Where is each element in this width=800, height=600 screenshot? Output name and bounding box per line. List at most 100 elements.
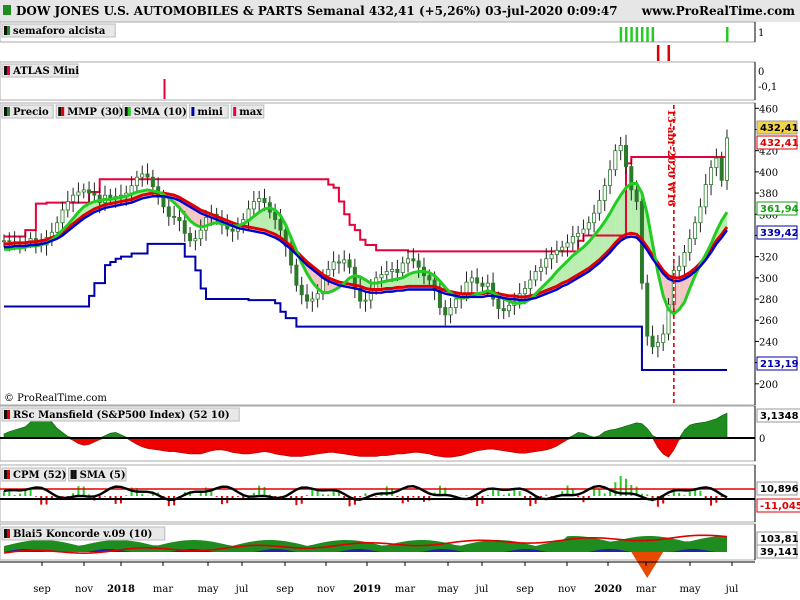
blai5-legend-label: Blai5 Koncorde v.09 (10) (13, 529, 152, 540)
cpm-bar (396, 496, 399, 498)
cpm-bar (258, 485, 261, 496)
cpm-bar (8, 491, 11, 496)
price-candle (453, 298, 458, 308)
cpm-bar (215, 496, 218, 497)
cpm-bar (513, 489, 516, 496)
semaforo-legend-label: semaforo alcista (13, 26, 106, 37)
price-candle (496, 298, 501, 309)
price-candle (677, 265, 682, 271)
cpm-bar (199, 492, 202, 496)
price-candle (608, 169, 613, 187)
cpm-bar (34, 496, 37, 497)
price-candle (65, 201, 70, 211)
price-legend-4-label: max (239, 107, 263, 118)
price-candle (602, 185, 607, 201)
price-candle (480, 282, 485, 287)
price-candle (76, 191, 81, 196)
semaforo-bar (726, 27, 729, 42)
price-candle (411, 258, 416, 262)
blai5-label-1: 39,141 (760, 547, 799, 558)
price-last-label: 432,41 (760, 138, 799, 149)
cpm-bar (577, 496, 580, 498)
price-candle (719, 157, 724, 181)
price-candle (538, 266, 543, 272)
price-candle (347, 259, 352, 268)
price-candle (714, 157, 719, 169)
price-candle (629, 166, 634, 191)
price-candle (310, 298, 315, 302)
price-candle (698, 206, 703, 224)
price-candle (71, 194, 76, 202)
price-candle (693, 222, 698, 240)
price-candle (60, 209, 65, 224)
price-candle (469, 277, 474, 283)
price-candle (597, 200, 602, 214)
semaforo-bar (646, 27, 649, 42)
price-last-label: 339,42 (760, 228, 799, 239)
cpm-label-0: 10,896 (760, 484, 799, 495)
price-legend-0-label: Precio (13, 107, 49, 118)
price-candle (150, 176, 155, 188)
price-candle (251, 201, 256, 210)
cpm-bar (125, 495, 128, 496)
blai5-legend-swatch (4, 529, 7, 538)
price-candle (129, 185, 134, 194)
x-tick-label: nov (75, 584, 93, 595)
cpm-bar (688, 492, 691, 496)
cpm-bar (327, 494, 330, 496)
cpm-bar (375, 496, 378, 497)
price-legend-1-swatch (61, 107, 65, 116)
price-candle (55, 222, 60, 233)
cpm-bar (332, 490, 335, 496)
price-candle (416, 260, 421, 268)
rsc-last-label: 3,1348 (760, 411, 799, 422)
price-candle (161, 195, 166, 208)
cpm-bar (417, 496, 420, 499)
price-legend-2-label: SMA (10) (134, 107, 187, 118)
price-candle (193, 238, 198, 242)
price-candle (687, 238, 692, 253)
price-candle (390, 268, 395, 272)
x-tick-label: mar (395, 584, 415, 595)
cpm-bar (678, 492, 681, 496)
site-label[interactable]: www.ProRealTime.com (641, 4, 796, 18)
price-candle (613, 150, 618, 171)
cpm-bar (40, 496, 43, 505)
price-tick-label: 380 (759, 189, 778, 200)
semaforo-bar (630, 27, 633, 42)
price-candle (661, 333, 666, 343)
cpm-bar (167, 496, 170, 507)
price-tick-label: 320 (759, 253, 778, 264)
cpm-bar (492, 489, 495, 496)
price-candle (406, 258, 411, 264)
atlas-legend-swatch (4, 66, 7, 75)
cpm-bar (321, 494, 324, 496)
price-candle (522, 288, 527, 295)
x-tick-label: 2019 (353, 584, 381, 595)
x-tick-label: may (679, 584, 700, 595)
price-candle (204, 217, 209, 231)
x-tick-label: nov (558, 584, 576, 595)
semaforo-tick: 1 (758, 28, 764, 39)
x-tick-label: 2020 (594, 584, 622, 595)
price-candle (682, 252, 687, 267)
price-candle (475, 277, 480, 284)
price-candle (533, 271, 538, 281)
price-tick-label: 460 (759, 104, 778, 115)
price-candle (645, 282, 650, 337)
price-candle (581, 228, 586, 234)
cpm-bar (141, 493, 144, 496)
price-candle (134, 176, 139, 187)
price-candle (81, 189, 86, 193)
price-candle (198, 229, 203, 240)
price-candle (560, 246, 565, 251)
x-tick-label: may (437, 584, 458, 595)
price-candle (650, 335, 655, 348)
price-candle (7, 240, 12, 243)
cpm-bar (465, 494, 468, 496)
price-legend-4-swatch (233, 107, 237, 116)
price-candle (140, 173, 145, 178)
price-last-label: 213,19 (760, 359, 799, 370)
price-candle (544, 258, 549, 268)
chart-window: DOW JONES U.S. AUTOMOBILES & PARTS Seman… (0, 0, 800, 600)
